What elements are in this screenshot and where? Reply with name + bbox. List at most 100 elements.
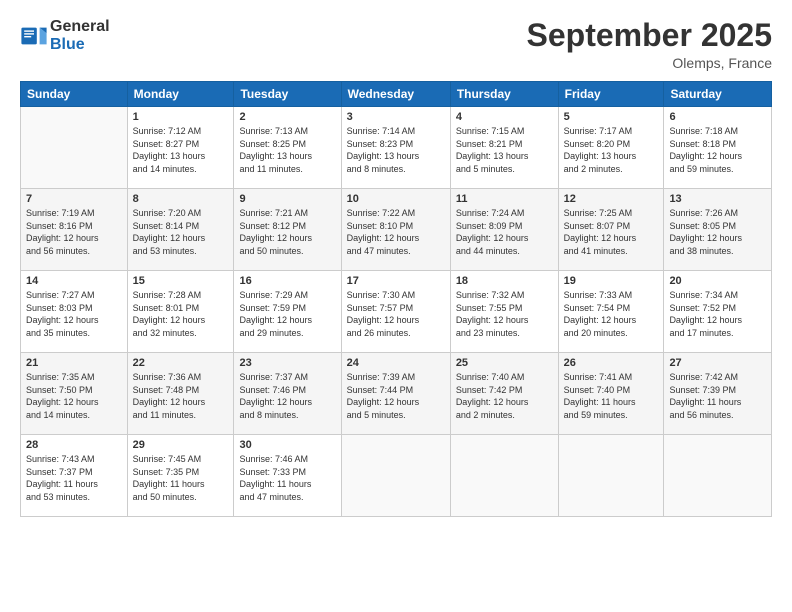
- day-number: 9: [239, 193, 335, 205]
- day-number: 25: [456, 357, 553, 369]
- logo: General Blue: [20, 18, 110, 53]
- calendar-cell: 10 Sunrise: 7:22 AM Sunset: 8:10 PM Dayli…: [341, 189, 450, 271]
- day-info: Sunrise: 7:14 AM Sunset: 8:23 PM Dayligh…: [347, 125, 445, 175]
- calendar-cell: [21, 107, 128, 189]
- day-info: Sunrise: 7:24 AM Sunset: 8:09 PM Dayligh…: [456, 207, 553, 257]
- header-monday: Monday: [127, 82, 234, 107]
- calendar-cell: [558, 435, 664, 517]
- calendar-cell: [450, 435, 558, 517]
- logo-blue: Blue: [50, 36, 110, 54]
- day-info: Sunrise: 7:37 AM Sunset: 7:46 PM Dayligh…: [239, 371, 335, 421]
- day-info: Sunrise: 7:18 AM Sunset: 8:18 PM Dayligh…: [669, 125, 766, 175]
- day-info: Sunrise: 7:29 AM Sunset: 7:59 PM Dayligh…: [239, 289, 335, 339]
- day-info: Sunrise: 7:36 AM Sunset: 7:48 PM Dayligh…: [133, 371, 229, 421]
- calendar-cell: [664, 435, 772, 517]
- day-number: 19: [564, 275, 659, 287]
- calendar-week-4: 21 Sunrise: 7:35 AM Sunset: 7:50 PM Dayli…: [21, 353, 772, 435]
- logo-icon: [20, 22, 48, 50]
- day-number: 11: [456, 193, 553, 205]
- header-thursday: Thursday: [450, 82, 558, 107]
- calendar-cell: 2 Sunrise: 7:13 AM Sunset: 8:25 PM Daylig…: [234, 107, 341, 189]
- day-info: Sunrise: 7:15 AM Sunset: 8:21 PM Dayligh…: [456, 125, 553, 175]
- day-number: 14: [26, 275, 122, 287]
- calendar-cell: 8Sunrise: 7:20 AM Sunset: 8:14 PM Daylig…: [127, 189, 234, 271]
- day-info: Sunrise: 7:17 AM Sunset: 8:20 PM Dayligh…: [564, 125, 659, 175]
- day-info: Sunrise: 7:34 AM Sunset: 7:52 PM Dayligh…: [669, 289, 766, 339]
- day-number: 21: [26, 357, 122, 369]
- calendar-cell: 15Sunrise: 7:28 AM Sunset: 8:01 PM Dayli…: [127, 271, 234, 353]
- day-number: 26: [564, 357, 659, 369]
- page-header: General Blue September 2025 Olemps, Fran…: [20, 18, 772, 71]
- calendar-cell: 26 Sunrise: 7:41 AM Sunset: 7:40 PM Dayli…: [558, 353, 664, 435]
- header-tuesday: Tuesday: [234, 82, 341, 107]
- calendar-cell: 7 Sunrise: 7:19 AM Sunset: 8:16 PM Daylig…: [21, 189, 128, 271]
- calendar-week-2: 7 Sunrise: 7:19 AM Sunset: 8:16 PM Daylig…: [21, 189, 772, 271]
- calendar-cell: 12Sunrise: 7:25 AM Sunset: 8:07 PM Dayli…: [558, 189, 664, 271]
- calendar-cell: 21 Sunrise: 7:35 AM Sunset: 7:50 PM Dayli…: [21, 353, 128, 435]
- day-number: 15: [133, 275, 229, 287]
- day-number: 23: [239, 357, 335, 369]
- day-info: Sunrise: 7:22 AM Sunset: 8:10 PM Dayligh…: [347, 207, 445, 257]
- calendar-cell: 11 Sunrise: 7:24 AM Sunset: 8:09 PM Dayli…: [450, 189, 558, 271]
- day-number: 8: [133, 193, 229, 205]
- calendar-cell: 19 Sunrise: 7:33 AM Sunset: 7:54 PM Dayli…: [558, 271, 664, 353]
- day-number: 17: [347, 275, 445, 287]
- calendar-cell: 3 Sunrise: 7:14 AM Sunset: 8:23 PM Daylig…: [341, 107, 450, 189]
- calendar-cell: 30Sunrise: 7:46 AM Sunset: 7:33 PM Dayli…: [234, 435, 341, 517]
- calendar-cell: 6Sunrise: 7:18 AM Sunset: 8:18 PM Daylig…: [664, 107, 772, 189]
- day-number: 24: [347, 357, 445, 369]
- calendar-cell: 14 Sunrise: 7:27 AM Sunset: 8:03 PM Dayli…: [21, 271, 128, 353]
- day-number: 7: [26, 193, 122, 205]
- header-sunday: Sunday: [21, 82, 128, 107]
- day-number: 4: [456, 111, 553, 123]
- day-info: Sunrise: 7:12 AM Sunset: 8:27 PM Dayligh…: [133, 125, 229, 175]
- day-info: Sunrise: 7:30 AM Sunset: 7:57 PM Dayligh…: [347, 289, 445, 339]
- calendar-cell: 28Sunrise: 7:43 AM Sunset: 7:37 PM Dayli…: [21, 435, 128, 517]
- calendar-cell: 22 Sunrise: 7:36 AM Sunset: 7:48 PM Dayli…: [127, 353, 234, 435]
- day-info: Sunrise: 7:13 AM Sunset: 8:25 PM Dayligh…: [239, 125, 335, 175]
- calendar-cell: 13Sunrise: 7:26 AM Sunset: 8:05 PM Dayli…: [664, 189, 772, 271]
- day-info: Sunrise: 7:25 AM Sunset: 8:07 PM Dayligh…: [564, 207, 659, 257]
- day-number: 29: [133, 439, 229, 451]
- day-info: Sunrise: 7:41 AM Sunset: 7:40 PM Dayligh…: [564, 371, 659, 421]
- day-info: Sunrise: 7:39 AM Sunset: 7:44 PM Dayligh…: [347, 371, 445, 421]
- header-friday: Friday: [558, 82, 664, 107]
- day-info: Sunrise: 7:27 AM Sunset: 8:03 PM Dayligh…: [26, 289, 122, 339]
- weekday-header-row: Sunday Monday Tuesday Wednesday Thursday…: [21, 82, 772, 107]
- day-number: 16: [239, 275, 335, 287]
- day-info: Sunrise: 7:42 AM Sunset: 7:39 PM Dayligh…: [669, 371, 766, 421]
- calendar-cell: 24 Sunrise: 7:39 AM Sunset: 7:44 PM Dayli…: [341, 353, 450, 435]
- day-number: 22: [133, 357, 229, 369]
- calendar-cell: 18 Sunrise: 7:32 AM Sunset: 7:55 PM Dayli…: [450, 271, 558, 353]
- calendar-week-5: 28Sunrise: 7:43 AM Sunset: 7:37 PM Dayli…: [21, 435, 772, 517]
- calendar-cell: 5Sunrise: 7:17 AM Sunset: 8:20 PM Daylig…: [558, 107, 664, 189]
- calendar-cell: 20 Sunrise: 7:34 AM Sunset: 7:52 PM Dayli…: [664, 271, 772, 353]
- calendar-week-3: 14 Sunrise: 7:27 AM Sunset: 8:03 PM Dayli…: [21, 271, 772, 353]
- day-info: Sunrise: 7:33 AM Sunset: 7:54 PM Dayligh…: [564, 289, 659, 339]
- calendar-week-1: 1 Sunrise: 7:12 AM Sunset: 8:27 PM Daylig…: [21, 107, 772, 189]
- calendar-cell: 23 Sunrise: 7:37 AM Sunset: 7:46 PM Dayli…: [234, 353, 341, 435]
- calendar-cell: 9 Sunrise: 7:21 AM Sunset: 8:12 PM Daylig…: [234, 189, 341, 271]
- header-wednesday: Wednesday: [341, 82, 450, 107]
- day-info: Sunrise: 7:21 AM Sunset: 8:12 PM Dayligh…: [239, 207, 335, 257]
- day-number: 3: [347, 111, 445, 123]
- day-info: Sunrise: 7:19 AM Sunset: 8:16 PM Dayligh…: [26, 207, 122, 257]
- calendar-cell: 1 Sunrise: 7:12 AM Sunset: 8:27 PM Daylig…: [127, 107, 234, 189]
- day-info: Sunrise: 7:40 AM Sunset: 7:42 PM Dayligh…: [456, 371, 553, 421]
- day-info: Sunrise: 7:43 AM Sunset: 7:37 PM Dayligh…: [26, 453, 122, 503]
- day-number: 10: [347, 193, 445, 205]
- day-number: 20: [669, 275, 766, 287]
- calendar-cell: 25 Sunrise: 7:40 AM Sunset: 7:42 PM Dayli…: [450, 353, 558, 435]
- calendar-cell: [341, 435, 450, 517]
- day-info: Sunrise: 7:32 AM Sunset: 7:55 PM Dayligh…: [456, 289, 553, 339]
- day-number: 18: [456, 275, 553, 287]
- day-number: 1: [133, 111, 229, 123]
- calendar-cell: 29Sunrise: 7:45 AM Sunset: 7:35 PM Dayli…: [127, 435, 234, 517]
- day-info: Sunrise: 7:26 AM Sunset: 8:05 PM Dayligh…: [669, 207, 766, 257]
- calendar-cell: 4 Sunrise: 7:15 AM Sunset: 8:21 PM Daylig…: [450, 107, 558, 189]
- day-info: Sunrise: 7:35 AM Sunset: 7:50 PM Dayligh…: [26, 371, 122, 421]
- day-number: 30: [239, 439, 335, 451]
- day-number: 2: [239, 111, 335, 123]
- logo-general: General: [50, 18, 110, 36]
- calendar-cell: 16 Sunrise: 7:29 AM Sunset: 7:59 PM Dayli…: [234, 271, 341, 353]
